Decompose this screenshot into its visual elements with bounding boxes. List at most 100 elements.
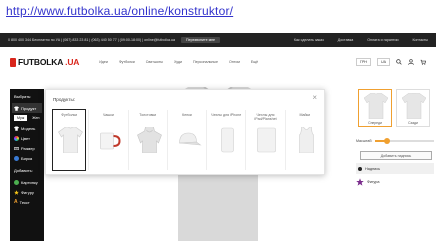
logo[interactable]: FUTBOLKA .UA — [10, 57, 79, 67]
product-label: Чехлы для iPad/Planshet — [254, 113, 277, 122]
sidebar-title: Выбрать: — [14, 94, 32, 99]
layer-label: Надпись — [365, 166, 381, 171]
sidebar-item-tag[interactable]: Бирка — [12, 153, 42, 163]
product-mug[interactable]: Чашки — [92, 110, 124, 170]
view-front-thumb[interactable]: Спереди — [358, 89, 392, 127]
top-link-contacts[interactable]: Контакты — [412, 38, 428, 42]
logo-suffix: .UA — [65, 57, 80, 67]
sidebar-item-label: Размер — [21, 145, 35, 151]
sidebar-item-image[interactable]: Картинку — [12, 177, 42, 187]
add-text-button[interactable]: Добавить надпись — [360, 151, 432, 160]
currency-select[interactable]: ГРН — [356, 58, 371, 66]
product-label: Футболки — [61, 113, 78, 117]
shirt-icon — [14, 106, 19, 111]
product-hoodie[interactable]: Толстовки — [132, 110, 164, 170]
sidebar-add-title: Добавить: — [14, 168, 33, 173]
search-icon[interactable] — [396, 59, 402, 65]
product-iphone-case[interactable]: Чехлы для iPhone — [210, 110, 242, 170]
callback-button[interactable]: Перезвоните мне — [180, 37, 221, 43]
close-icon[interactable]: × — [312, 94, 317, 102]
product-cap[interactable]: Кепки — [171, 110, 203, 170]
divider — [206, 110, 208, 170]
link-strip: http://www.futbolka.ua/online/konstrukto… — [0, 0, 436, 20]
tablet-case-icon — [257, 127, 277, 153]
nav-item-ideas[interactable]: Идеи — [99, 60, 108, 64]
nav-item-personal[interactable]: Персональные — [193, 60, 218, 64]
top-link-order[interactable]: Как сделать заказ — [294, 38, 324, 42]
sidebar-item-model[interactable]: Модель — [12, 123, 42, 133]
gender-toggle: Муж Жен — [14, 115, 40, 121]
cart-icon[interactable] — [420, 59, 426, 65]
sidebar-item-label: Картинку — [21, 179, 38, 185]
divider — [245, 110, 247, 170]
sidebar-item-label: Текст — [19, 199, 30, 205]
nav-item-more[interactable]: Ещё — [251, 60, 258, 64]
segment-male[interactable]: Муж — [14, 115, 28, 121]
tshirt-icon — [58, 127, 83, 153]
nav-item-tshirts[interactable]: Футболки — [119, 60, 135, 64]
product-list: Футболки Чашки Толстовки Кепки Чехлы для… — [51, 109, 321, 171]
sidebar-item-color[interactable]: Цвет — [12, 133, 42, 143]
nav-item-sweatshirts[interactable]: Свитшоты — [146, 60, 163, 64]
site-link[interactable]: http://www.futbolka.ua/online/konstrukto… — [6, 4, 233, 18]
product-tank-top[interactable]: Майки — [289, 110, 321, 170]
hoodie-icon — [136, 127, 162, 153]
tank-top-icon — [298, 127, 314, 153]
view-back-thumb[interactable]: Сзади — [396, 89, 430, 127]
sidebar-item-label: Фигуру — [21, 189, 34, 195]
circle-icon — [358, 166, 362, 171]
scale-handle[interactable] — [384, 138, 391, 144]
top-link-delivery[interactable]: Доставка — [338, 38, 353, 42]
product-label: Майки — [299, 113, 311, 117]
user-icon[interactable] — [408, 59, 414, 65]
text-icon: A — [14, 199, 18, 205]
nav-item-hoodies[interactable]: Худи — [174, 60, 182, 64]
shirt-icon — [14, 126, 19, 131]
sidebar-item-label: Продукт — [21, 105, 37, 111]
segment-female[interactable]: Жен — [29, 115, 42, 121]
sidebar-item-shape[interactable]: Фигуру — [12, 187, 42, 197]
top-link-payment[interactable]: Оплата и гарантии — [367, 38, 398, 42]
main-nav: Идеи Футболки Свитшоты Худи Персональные… — [99, 60, 258, 64]
sidebar-item-label: Цвет — [21, 135, 30, 141]
ruler-icon — [14, 146, 19, 150]
star-icon — [356, 177, 364, 186]
layer-item[interactable]: Надпись — [356, 163, 434, 174]
layer-item[interactable]: Фигура — [356, 176, 434, 187]
header-tools: ГРН UA — [356, 58, 426, 66]
divider — [284, 110, 286, 170]
layer-label: Фигура — [367, 179, 380, 184]
sidebar-item-size[interactable]: Размер — [12, 143, 42, 153]
view-front-label: Спереди — [368, 121, 382, 125]
modal-title: Продукты: — [53, 97, 76, 102]
sidebar-item-label: Модель — [21, 125, 36, 131]
options-sidebar: Выбрать: Продукт Муж Жен Модель Цвет Раз… — [10, 89, 44, 241]
scale-label: Масштаб: — [356, 139, 373, 143]
logo-text: FUTBOLKA — [18, 57, 64, 67]
image-icon — [14, 179, 19, 185]
contacts-text: 0 800 400 344 Бесплатно по УА | (067) 83… — [8, 38, 175, 42]
product-label: Чехлы для iPhone — [211, 113, 242, 117]
scale-slider[interactable] — [375, 138, 434, 144]
product-label: Чашки — [103, 113, 114, 117]
product-label: Кепки — [182, 113, 192, 117]
top-links: Как сделать заказ Доставка Оплата и гара… — [294, 38, 428, 42]
phone-case-icon — [221, 127, 234, 153]
site-header: FUTBOLKA .UA Идеи Футболки Свитшоты Худи … — [0, 50, 436, 74]
sidebar-item-product[interactable]: Продукт — [12, 103, 42, 113]
tshirt-back-icon — [402, 93, 426, 119]
products-modal: Продукты: × Футболки Чашки Толстовки Кеп… — [45, 89, 325, 175]
language-select[interactable]: UA — [377, 58, 390, 66]
mug-icon — [100, 132, 121, 150]
nav-item-wholesale[interactable]: Оптом — [229, 60, 240, 64]
product-label: Толстовки — [139, 113, 157, 117]
top-info-bar: 0 800 400 344 Бесплатно по УА | (067) 83… — [0, 33, 436, 47]
product-tshirt[interactable]: Футболки — [51, 109, 87, 171]
tag-icon — [14, 155, 19, 161]
product-ipad-case[interactable]: Чехлы для iPad/Planshet — [249, 110, 281, 170]
scale-control: Масштаб: — [356, 137, 434, 145]
divider — [88, 110, 90, 170]
sidebar-item-text[interactable]: A Текст — [12, 197, 42, 207]
page: http://www.futbolka.ua/online/konstrukto… — [0, 0, 436, 241]
sidebar-item-label: Бирка — [21, 155, 33, 161]
